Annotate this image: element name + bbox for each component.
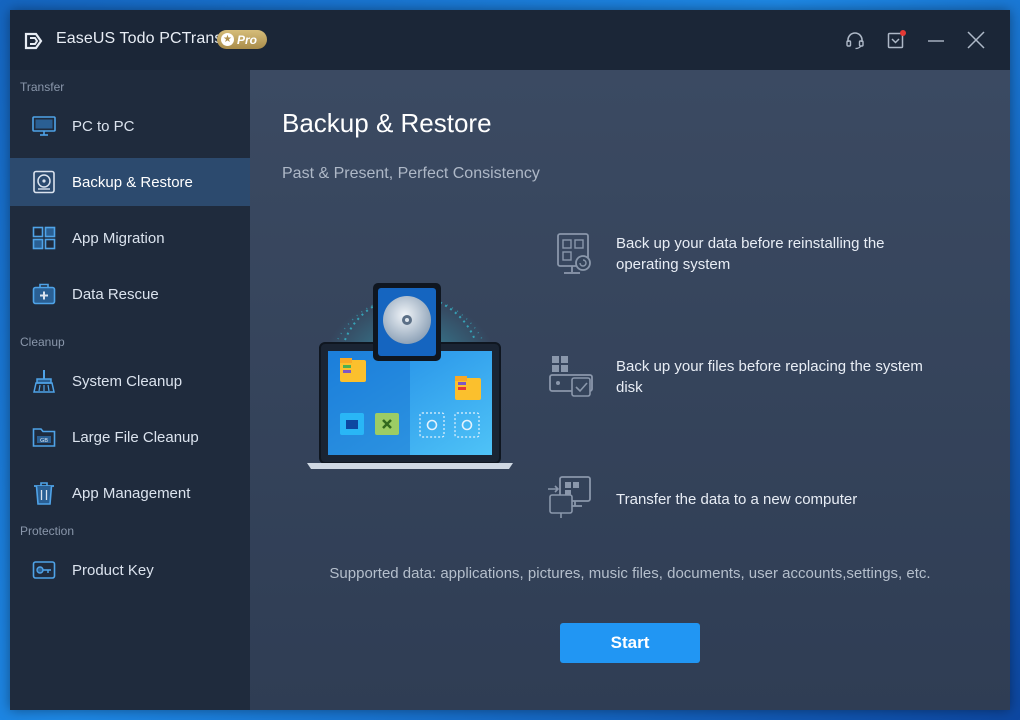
sidebar-item-label: App Migration	[72, 229, 165, 247]
notification-icon[interactable]	[886, 30, 906, 50]
app-window: EaseUS Todo PCTrans ★ Pro Transfer PC to…	[10, 10, 1010, 710]
title-bar: EaseUS Todo PCTrans ★ Pro	[10, 10, 1010, 70]
sidebar-item-app-migration[interactable]: App Migration	[10, 214, 250, 262]
pro-badge-label: Pro	[237, 32, 258, 47]
minimize-icon[interactable]	[926, 30, 946, 50]
close-icon[interactable]	[966, 30, 986, 50]
sidebar-item-label: PC to PC	[72, 117, 135, 135]
pro-badge: ★ Pro	[217, 30, 267, 49]
sidebar-item-app-management[interactable]: App Management	[10, 469, 250, 517]
page-subtitle: Past & Present, Perfect Consistency	[282, 165, 540, 182]
monitor-icon	[32, 116, 56, 136]
svg-text:GB: GB	[40, 438, 48, 444]
sidebar-item-label: System Cleanup	[72, 372, 183, 390]
section-label-protection: Protection	[20, 524, 75, 538]
apps-grid-icon	[32, 226, 56, 250]
app-title: EaseUS Todo PCTrans	[56, 30, 223, 47]
sidebar-item-label: Backup & Restore	[72, 173, 193, 191]
feature-text: Back up your files before replacing the …	[616, 358, 923, 396]
feature-item: Back up your files before replacing the …	[546, 353, 986, 403]
page-title: Backup & Restore	[282, 108, 492, 138]
feature-text: Transfer the data to a new computer	[616, 491, 858, 508]
feature-item: Back up your data before reinstalling th…	[546, 230, 986, 280]
feature-item: Transfer the data to a new computer	[546, 475, 986, 525]
folder-gb-icon: GB	[32, 428, 56, 447]
rescue-kit-icon	[32, 283, 56, 305]
reinstall-backup-icon	[557, 233, 591, 274]
star-icon: ★	[221, 33, 234, 46]
section-label-transfer: Transfer	[20, 80, 65, 94]
trash-icon	[34, 482, 54, 505]
main-panel: Backup & Restore Past & Present, Perfect…	[250, 70, 1010, 710]
sidebar-item-label: Large File Cleanup	[72, 428, 199, 446]
start-button[interactable]: Start	[560, 623, 700, 663]
sidebar-item-pc-to-pc[interactable]: PC to PC	[10, 102, 250, 150]
sidebar: Transfer PC to PC Backup & Restore App M…	[10, 70, 250, 710]
key-icon	[32, 561, 56, 579]
sidebar-item-product-key[interactable]: Product Key	[10, 546, 250, 594]
supported-data-text: Supported data: applications, pictures, …	[329, 565, 931, 582]
sidebar-item-backup-restore[interactable]: Backup & Restore	[10, 158, 250, 206]
sidebar-item-system-cleanup[interactable]: System Cleanup	[10, 357, 250, 405]
app-logo-icon	[24, 32, 43, 50]
transfer-computer-icon	[548, 476, 591, 518]
sidebar-item-large-file-cleanup[interactable]: GB Large File Cleanup	[10, 413, 250, 461]
sidebar-item-label: Product Key	[72, 561, 154, 579]
sidebar-item-label: App Management	[72, 484, 191, 502]
headset-icon[interactable]	[845, 30, 865, 50]
broom-icon	[33, 370, 55, 393]
section-label-cleanup: Cleanup	[20, 335, 65, 349]
sidebar-item-data-rescue[interactable]: Data Rescue	[10, 270, 250, 318]
backup-disk-icon	[33, 170, 55, 194]
disk-replace-icon	[549, 356, 593, 397]
laptop-backup-illustration	[307, 283, 513, 469]
feature-text: Back up your data before reinstalling th…	[616, 235, 885, 273]
sidebar-item-label: Data Rescue	[72, 285, 159, 303]
